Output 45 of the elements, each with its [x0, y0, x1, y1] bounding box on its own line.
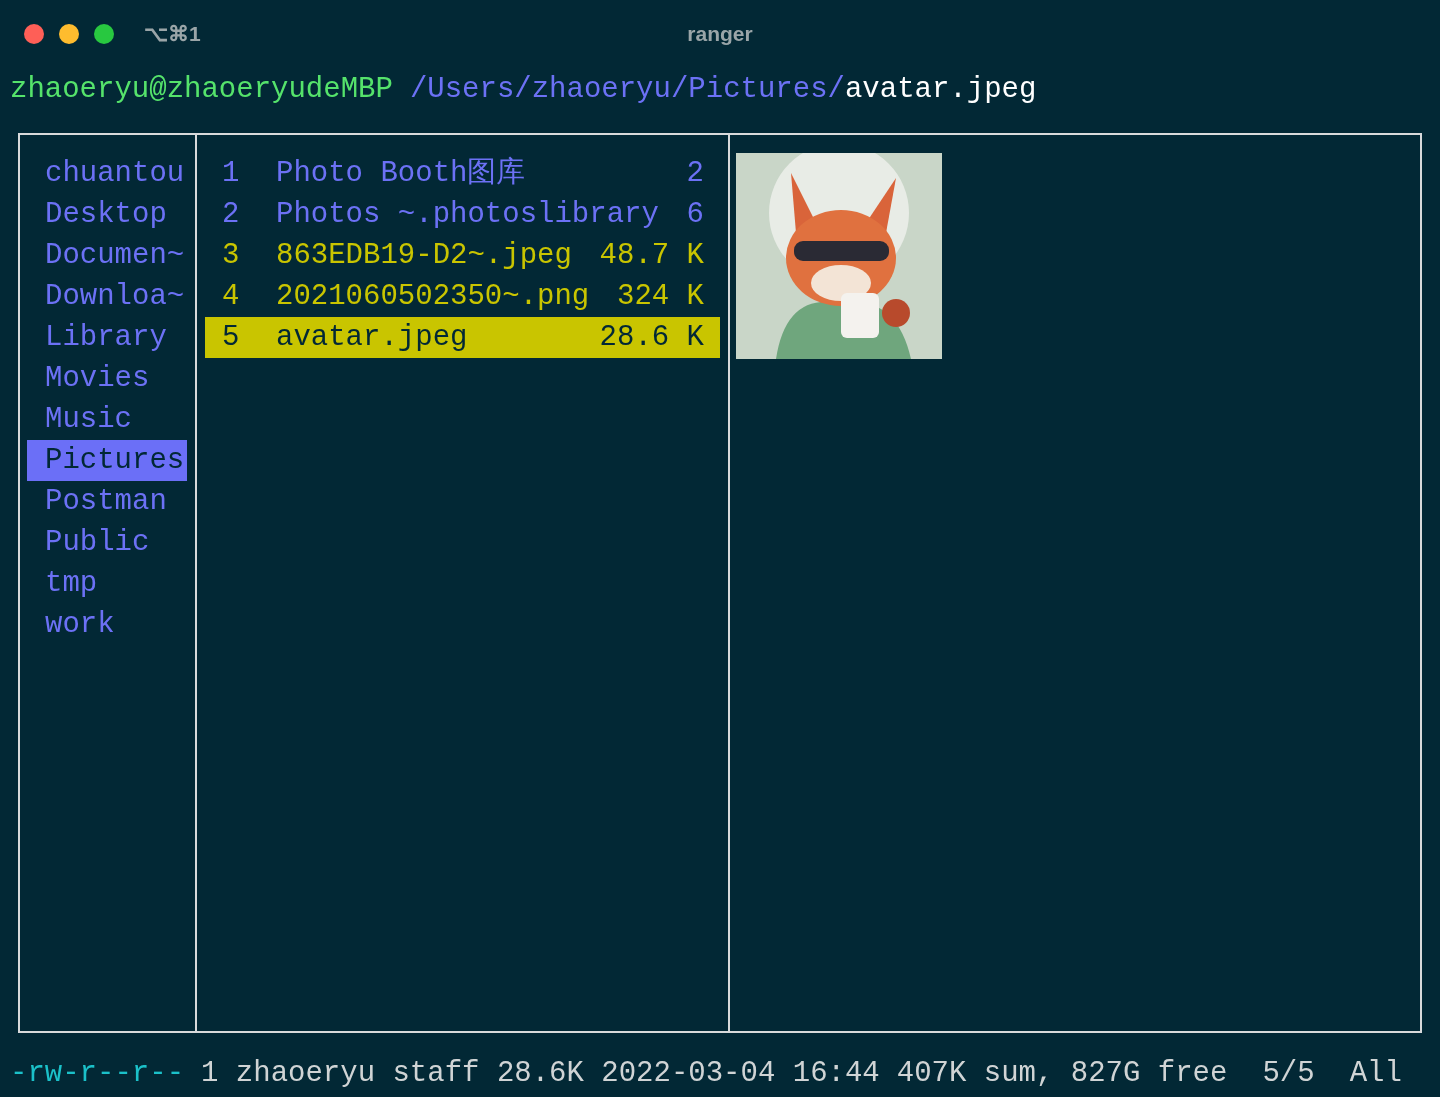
directory-item[interactable]: work	[27, 604, 187, 645]
directory-item[interactable]: Documen~	[27, 235, 187, 276]
file-size: 28.6 K	[599, 320, 704, 356]
file-size: 48.7 K	[599, 238, 704, 274]
disk-usage: 407K sum, 827G free	[896, 1056, 1228, 1092]
file-row[interactable]: 1 Photo Booth图库 2	[205, 153, 720, 194]
window-title: ranger	[687, 21, 753, 48]
position-indicator: 5/5	[1262, 1056, 1315, 1092]
row-number: 1	[222, 156, 241, 192]
zoom-button[interactable]	[94, 24, 114, 44]
file-permissions: -rw-r--r--	[10, 1056, 185, 1092]
tab-shortcut: ⌥⌘1	[144, 21, 201, 48]
directory-item[interactable]: Movies	[27, 358, 187, 399]
row-number: 2	[222, 197, 241, 233]
file-name: avatar.jpeg	[844, 72, 1037, 108]
minimize-button[interactable]	[59, 24, 79, 44]
directory-path: /Users/zhaoeryu/Pictures/	[409, 72, 845, 108]
directory-item[interactable]: chuantou	[27, 153, 187, 194]
file-row[interactable]: 5 avatar.jpeg 28.6 K	[205, 317, 720, 358]
file-row[interactable]: 3 863EDB19-D2~.jpeg 48.7 K	[205, 235, 720, 276]
file-row[interactable]: 4 2021060502350~.png 324 K	[205, 276, 720, 317]
directory-item[interactable]: Downloa~	[27, 276, 187, 317]
scroll-indicator: All	[1349, 1056, 1402, 1092]
directory-item[interactable]: Public	[27, 522, 187, 563]
directory-item[interactable]: Library	[27, 317, 187, 358]
file-name: 2021060502350~.png	[276, 279, 590, 315]
file-row[interactable]: 2 Photos ~.photoslibrary 6	[205, 194, 720, 235]
file-name: avatar.jpeg	[276, 320, 468, 356]
file-info: 1 zhaoeryu staff 28.6K 2022-03-04 16:44	[201, 1056, 880, 1092]
row-number: 3	[222, 238, 241, 274]
user-host: zhaoeryu@zhaoeryudeMBP	[10, 72, 393, 108]
directory-item[interactable]: Music	[27, 399, 187, 440]
file-name: Photo Booth图库	[276, 155, 526, 192]
directory-item[interactable]: Desktop	[27, 194, 187, 235]
directory-item[interactable]: tmp	[27, 563, 187, 604]
file-size: 2	[686, 156, 704, 192]
file-size: 324 K	[617, 279, 704, 315]
row-number: 4	[222, 279, 241, 315]
directory-item[interactable]: Pictures	[27, 440, 187, 481]
close-button[interactable]	[24, 24, 44, 44]
row-number: 5	[222, 320, 241, 356]
file-name: 863EDB19-D2~.jpeg	[276, 238, 572, 274]
directory-item[interactable]: Postman	[27, 481, 187, 522]
file-name: Photos ~.photoslibrary	[276, 197, 659, 233]
file-size: 6	[686, 197, 704, 233]
